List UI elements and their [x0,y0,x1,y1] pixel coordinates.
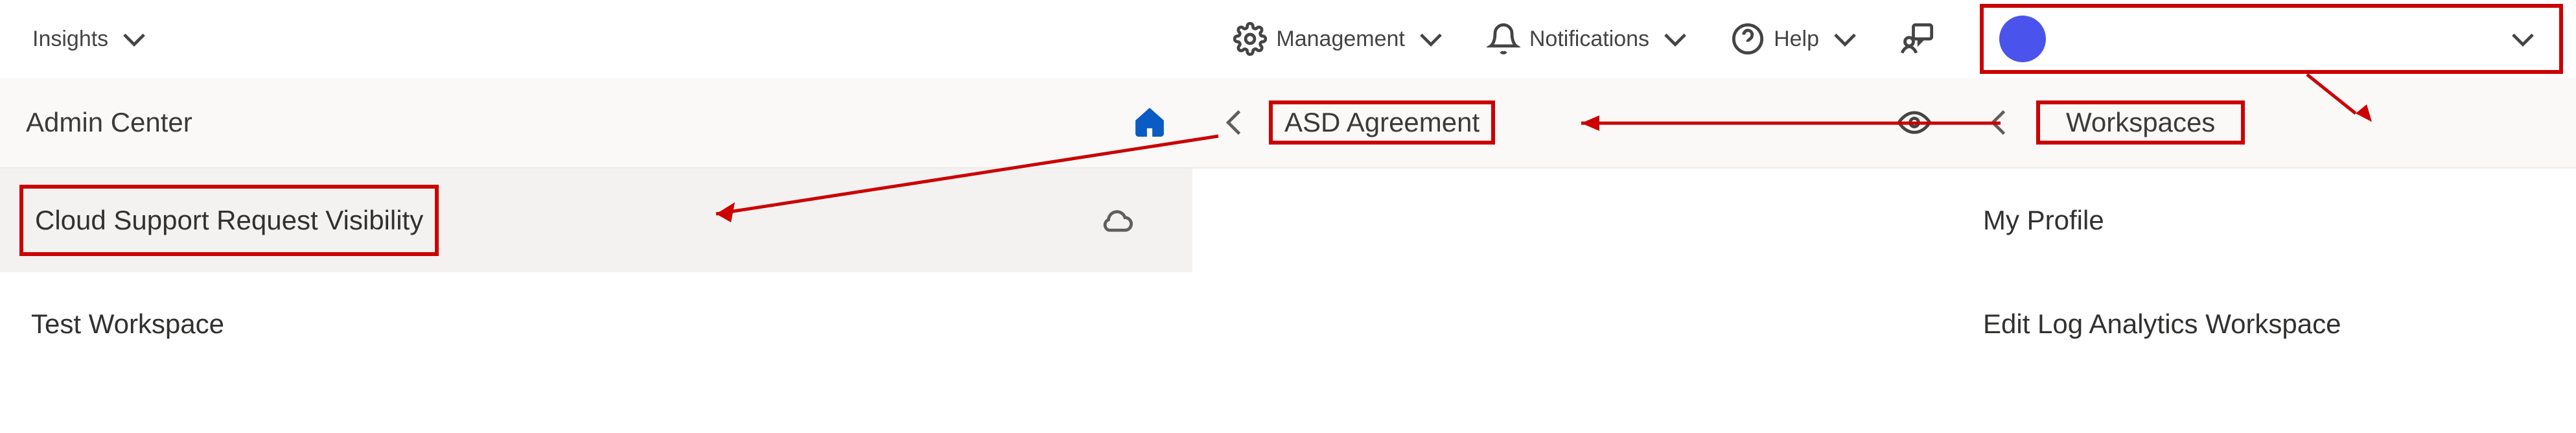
left-item-test-workspace[interactable]: Test Workspace [0,272,1192,376]
row-four: Test Workspace Edit Log Analytics Worksp… [0,272,2576,376]
mid-panel-header[interactable]: ASD Agreement [1192,78,1957,169]
gear-icon [1233,22,1267,56]
left-panel-title: Admin Center [26,107,192,138]
nav-help[interactable]: Help [1712,0,1881,78]
chevron-left-icon [1218,106,1252,139]
right-panel-header[interactable]: Workspaces [1957,78,2576,169]
nav-management-label: Management [1276,27,1404,52]
panel-headers-row: Admin Center ASD Agreement Workspaces [0,78,2576,169]
chevron-down-icon [1658,22,1692,56]
left-item-highlighted[interactable]: Cloud Support Request Visibility [0,169,1192,272]
cloud-icon [1100,204,1134,237]
feedback-person-icon [1901,22,1934,56]
nav-insights[interactable]: Insights [13,0,170,78]
help-icon [1731,22,1765,56]
left-panel-header[interactable]: Admin Center [0,78,1192,169]
right-item-my-profile[interactable]: My Profile [1957,169,2576,272]
eye-icon [1897,106,1931,139]
right-panel-title-highlight: Workspaces [2036,100,2245,145]
bell-icon [1487,22,1520,56]
chevron-down-icon [117,22,151,56]
left-item-cloud-support: Cloud Support Request Visibility [35,205,423,236]
nav-notifications-label: Notifications [1529,27,1649,52]
avatar [1999,16,2046,62]
row-three: Cloud Support Request Visibility My Prof… [0,169,2576,272]
chevron-left-icon [1983,106,2017,139]
right-item-my-profile-label: My Profile [1983,205,2104,236]
right-item-edit-law[interactable]: Edit Log Analytics Workspace [1957,272,2576,376]
left-item-highlight-box: Cloud Support Request Visibility [19,185,439,256]
right-item-edit-law-label: Edit Log Analytics Workspace [1983,309,2341,340]
nav-help-label: Help [1774,27,1819,52]
mid-panel-title: ASD Agreement [1284,107,1479,138]
nav-feedback[interactable] [1881,0,1954,78]
profile-dropdown[interactable] [1980,4,2563,74]
nav-insights-label: Insights [32,27,108,52]
top-nav-bar: Insights Management Notifications He [0,0,2576,78]
nav-notifications[interactable]: Notifications [1467,0,1712,78]
nav-management[interactable]: Management [1214,0,1467,78]
mid-panel-title-highlight: ASD Agreement [1269,100,1495,145]
chevron-down-icon [1414,22,1448,56]
right-panel-title: Workspaces [2066,107,2215,138]
chevron-down-icon [2506,22,2540,56]
left-item-test-workspace-label: Test Workspace [31,309,224,340]
chevron-down-icon [1828,22,1862,56]
home-icon [1133,106,1166,139]
